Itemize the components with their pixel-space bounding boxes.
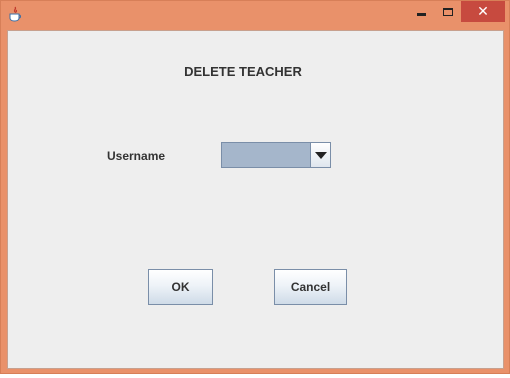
dialog-content: DELETE TEACHER Username OK Cancel xyxy=(7,30,504,369)
page-title: DELETE TEACHER xyxy=(184,64,302,79)
dropdown-button[interactable] xyxy=(310,143,330,167)
minimize-button[interactable] xyxy=(407,1,435,22)
maximize-button[interactable] xyxy=(435,1,461,22)
cancel-button[interactable]: Cancel xyxy=(274,269,347,305)
dialog-window: ✕ DELETE TEACHER Username OK Cancel xyxy=(0,0,510,374)
close-icon: ✕ xyxy=(477,3,489,20)
username-combobox[interactable] xyxy=(221,142,331,168)
minimize-icon xyxy=(416,13,426,16)
title-bar[interactable]: ✕ xyxy=(1,1,509,29)
username-selected-value xyxy=(222,143,310,167)
java-app-icon xyxy=(8,6,22,22)
ok-button[interactable]: OK xyxy=(148,269,213,305)
maximize-icon xyxy=(443,7,453,16)
username-label: Username xyxy=(107,149,166,163)
chevron-down-icon xyxy=(314,151,327,159)
close-button[interactable]: ✕ xyxy=(461,1,505,22)
